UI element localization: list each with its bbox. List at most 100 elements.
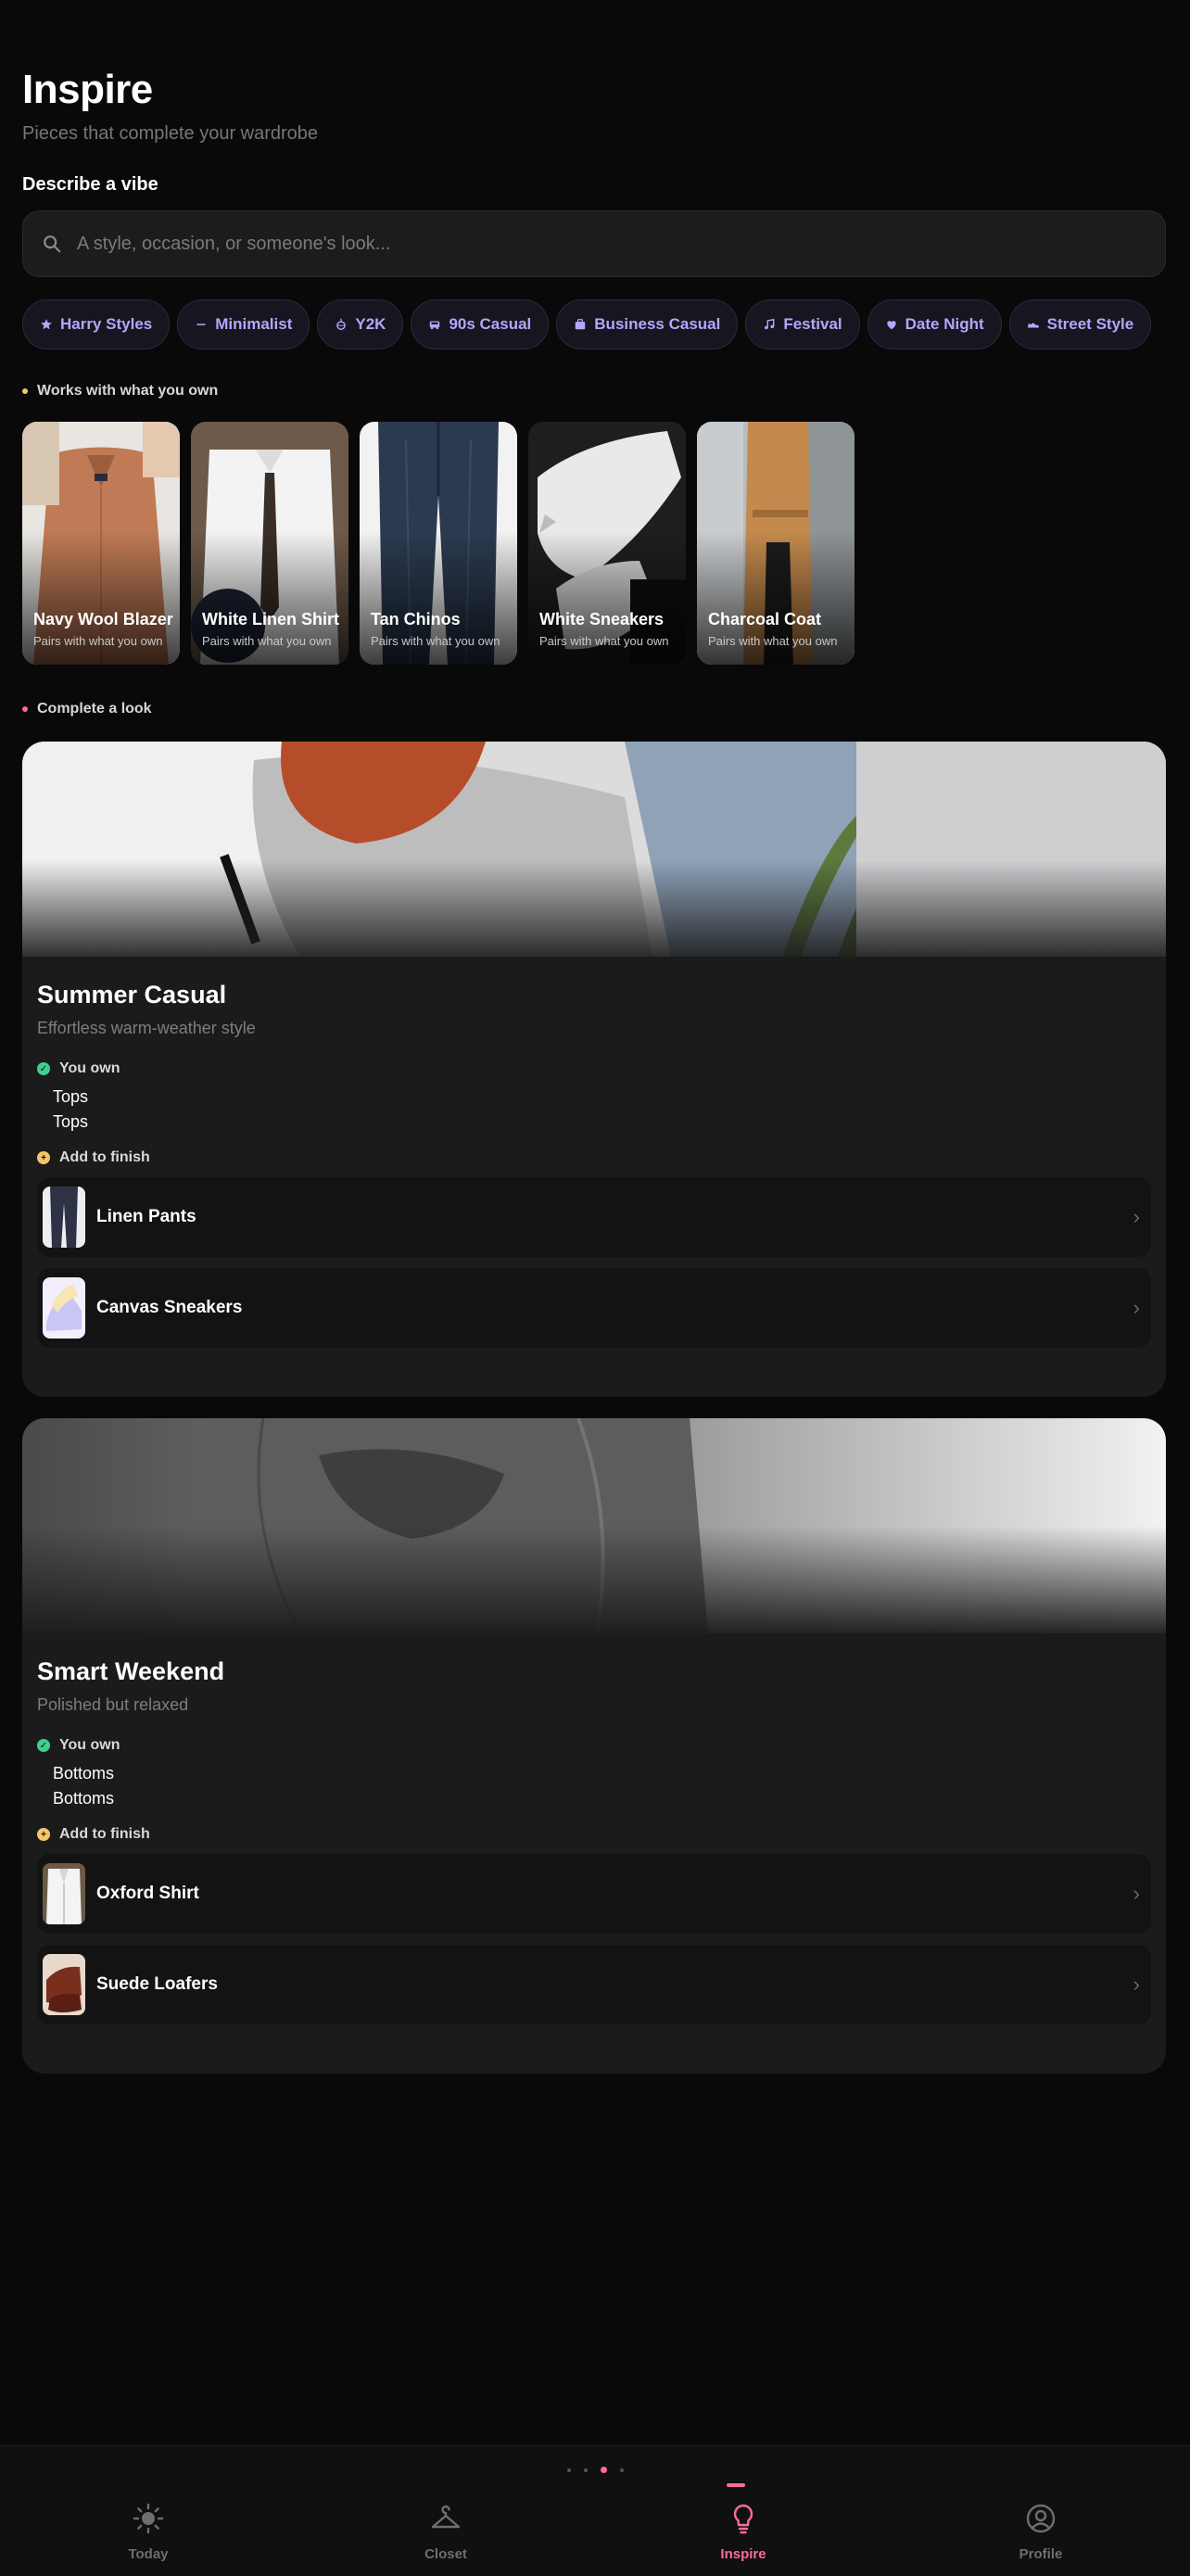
tab-profile[interactable]: Profile (967, 2502, 1115, 2562)
chip-street-style[interactable]: Street Style (1008, 299, 1152, 349)
suggestion-card[interactable]: Tan Chinos Pairs with what you own (360, 422, 517, 665)
inspire-screen: Inspire Pieces that complete your wardro… (0, 0, 1190, 2576)
disco-icon (336, 318, 347, 330)
chevron-right-icon: › (1133, 1205, 1140, 1228)
look-title: Summer Casual (37, 981, 227, 1009)
card-hint: Pairs with what you own (708, 634, 838, 648)
section-dot (22, 706, 28, 712)
chip-festival[interactable]: Festival (745, 299, 860, 349)
page-dot (619, 2468, 624, 2472)
briefcase-icon (576, 319, 586, 330)
owned-item: Tops (53, 1087, 89, 1106)
check-circle-icon: ✓ (37, 1739, 50, 1752)
chevron-right-icon: › (1133, 1973, 1140, 1996)
tab-label: Today (128, 2546, 169, 2562)
tab-today[interactable]: Today (74, 2502, 222, 2562)
card-hint: Pairs with what you own (539, 634, 669, 648)
chip-date-night[interactable]: Date Night (867, 299, 1002, 349)
look-card: Summer Casual Effortless warm-weather st… (22, 742, 1166, 1397)
card-hint: Pairs with what you own (202, 634, 332, 648)
suggestion-card[interactable]: White Sneakers Pairs with what you own (528, 422, 686, 665)
music-note-icon (765, 318, 775, 330)
plus-circle-icon: + (37, 1151, 50, 1164)
heart-icon (886, 321, 896, 330)
suggested-item-row[interactable]: Linen Pants › (37, 1177, 1151, 1257)
chip-90s-casual[interactable]: 90s Casual (411, 299, 550, 349)
look-title: Smart Weekend (37, 1657, 225, 1685)
page-dot-active (600, 2467, 607, 2473)
add-to-finish-header: + Add to finish (37, 1149, 1151, 1166)
complete-look-section-label: Complete a look (22, 701, 152, 717)
tab-closet[interactable]: Closet (372, 2502, 520, 2562)
chip-label: Date Night (905, 315, 984, 333)
vibe-search-input[interactable] (75, 232, 1165, 256)
suggested-item-row[interactable]: Oxford Shirt › (37, 1854, 1151, 1934)
owned-item: Bottoms (53, 1789, 115, 1808)
chip-label: Business Casual (594, 315, 721, 333)
chip-label: Minimalist (215, 315, 293, 333)
owned-item: Tops (53, 1112, 89, 1131)
look-subtitle: Polished but relaxed (37, 1695, 189, 1714)
look-hero-image (22, 1418, 1166, 1633)
chip-label: 90s Casual (449, 315, 532, 333)
sneaker-icon (1027, 323, 1039, 328)
card-title: Charcoal Coat (708, 610, 822, 628)
chip-label: Harry Styles (60, 315, 153, 333)
chip-harry-styles[interactable]: Harry Styles (22, 299, 171, 349)
look-subtitle: Effortless warm-weather style (37, 1019, 256, 1037)
card-title: Navy Wool Blazer (33, 610, 173, 628)
you-own-header: ✓ You own (37, 1737, 1151, 1754)
card-title: White Linen Shirt (202, 610, 339, 628)
suggested-item-row[interactable]: Suede Loafers › (37, 1945, 1151, 2024)
owned-list: Tops Tops (53, 1085, 1151, 1135)
tab-label: Inspire (720, 2546, 766, 2562)
active-tab-indicator (727, 2483, 745, 2487)
item-thumbnail (43, 1863, 85, 1924)
search-icon (44, 235, 61, 253)
chip-business-casual[interactable]: Business Casual (556, 299, 739, 349)
plus-circle-icon: + (37, 1828, 50, 1841)
look-hero-image (22, 742, 1166, 957)
chip-label: Street Style (1046, 315, 1134, 333)
chip-label: Y2K (355, 315, 386, 333)
add-to-finish-header: + Add to finish (37, 1826, 1151, 1843)
owned-list: Bottoms Bottoms (53, 1761, 1151, 1811)
card-title: White Sneakers (539, 610, 665, 628)
suggestion-card[interactable]: White Linen Shirt Pairs with what you ow… (191, 422, 348, 665)
star-icon (41, 319, 52, 330)
tab-inspire[interactable]: Inspire (669, 2483, 817, 2562)
add-to-finish-label: Add to finish (59, 1149, 150, 1165)
add-to-finish-label: Add to finish (59, 1826, 150, 1842)
suggestion-card[interactable]: Navy Wool Blazer Pairs with what you own (22, 422, 180, 665)
item-name: Oxford Shirt (96, 1884, 199, 1903)
vibe-search-field[interactable] (22, 210, 1166, 277)
page-subtitle: Pieces that complete your wardrobe (22, 123, 319, 144)
item-thumbnail (43, 1277, 85, 1339)
page-dot (566, 2468, 571, 2472)
tab-label: Profile (1019, 2546, 1063, 2562)
suggested-item-row[interactable]: Canvas Sneakers › (37, 1268, 1151, 1348)
chevron-right-icon: › (1133, 1882, 1140, 1905)
item-name: Suede Loafers (96, 1974, 218, 1994)
bottom-tab-bar: Today Closet Inspire Profile (0, 2445, 1190, 2576)
look-card: Smart Weekend Polished but relaxed ✓ You… (22, 1418, 1166, 2074)
page-indicator (0, 2467, 1190, 2473)
minus-icon (196, 324, 206, 325)
works-with-carousel: Navy Wool Blazer Pairs with what you own… (22, 422, 855, 665)
section-label-text: Complete a look (37, 701, 152, 717)
owned-item: Bottoms (53, 1764, 115, 1783)
suggestion-card[interactable]: Charcoal Coat Pairs with what you own (697, 422, 855, 665)
car-icon (430, 321, 440, 330)
vibe-chip-row: Harry Styles Minimalist Y2K 90s Casual B… (22, 299, 1152, 349)
works-with-section-label: Works with what you own (22, 383, 218, 400)
item-thumbnail (43, 1954, 85, 2015)
chip-y2k[interactable]: Y2K (317, 299, 404, 349)
section-label-text: Works with what you own (37, 383, 219, 399)
item-name: Linen Pants (96, 1207, 196, 1226)
card-hint: Pairs with what you own (33, 634, 163, 648)
chip-minimalist[interactable]: Minimalist (177, 299, 310, 349)
chip-label: Festival (783, 315, 842, 333)
card-title: Tan Chinos (371, 610, 461, 628)
section-dot (22, 388, 28, 394)
lightbulb-icon (733, 2504, 753, 2534)
